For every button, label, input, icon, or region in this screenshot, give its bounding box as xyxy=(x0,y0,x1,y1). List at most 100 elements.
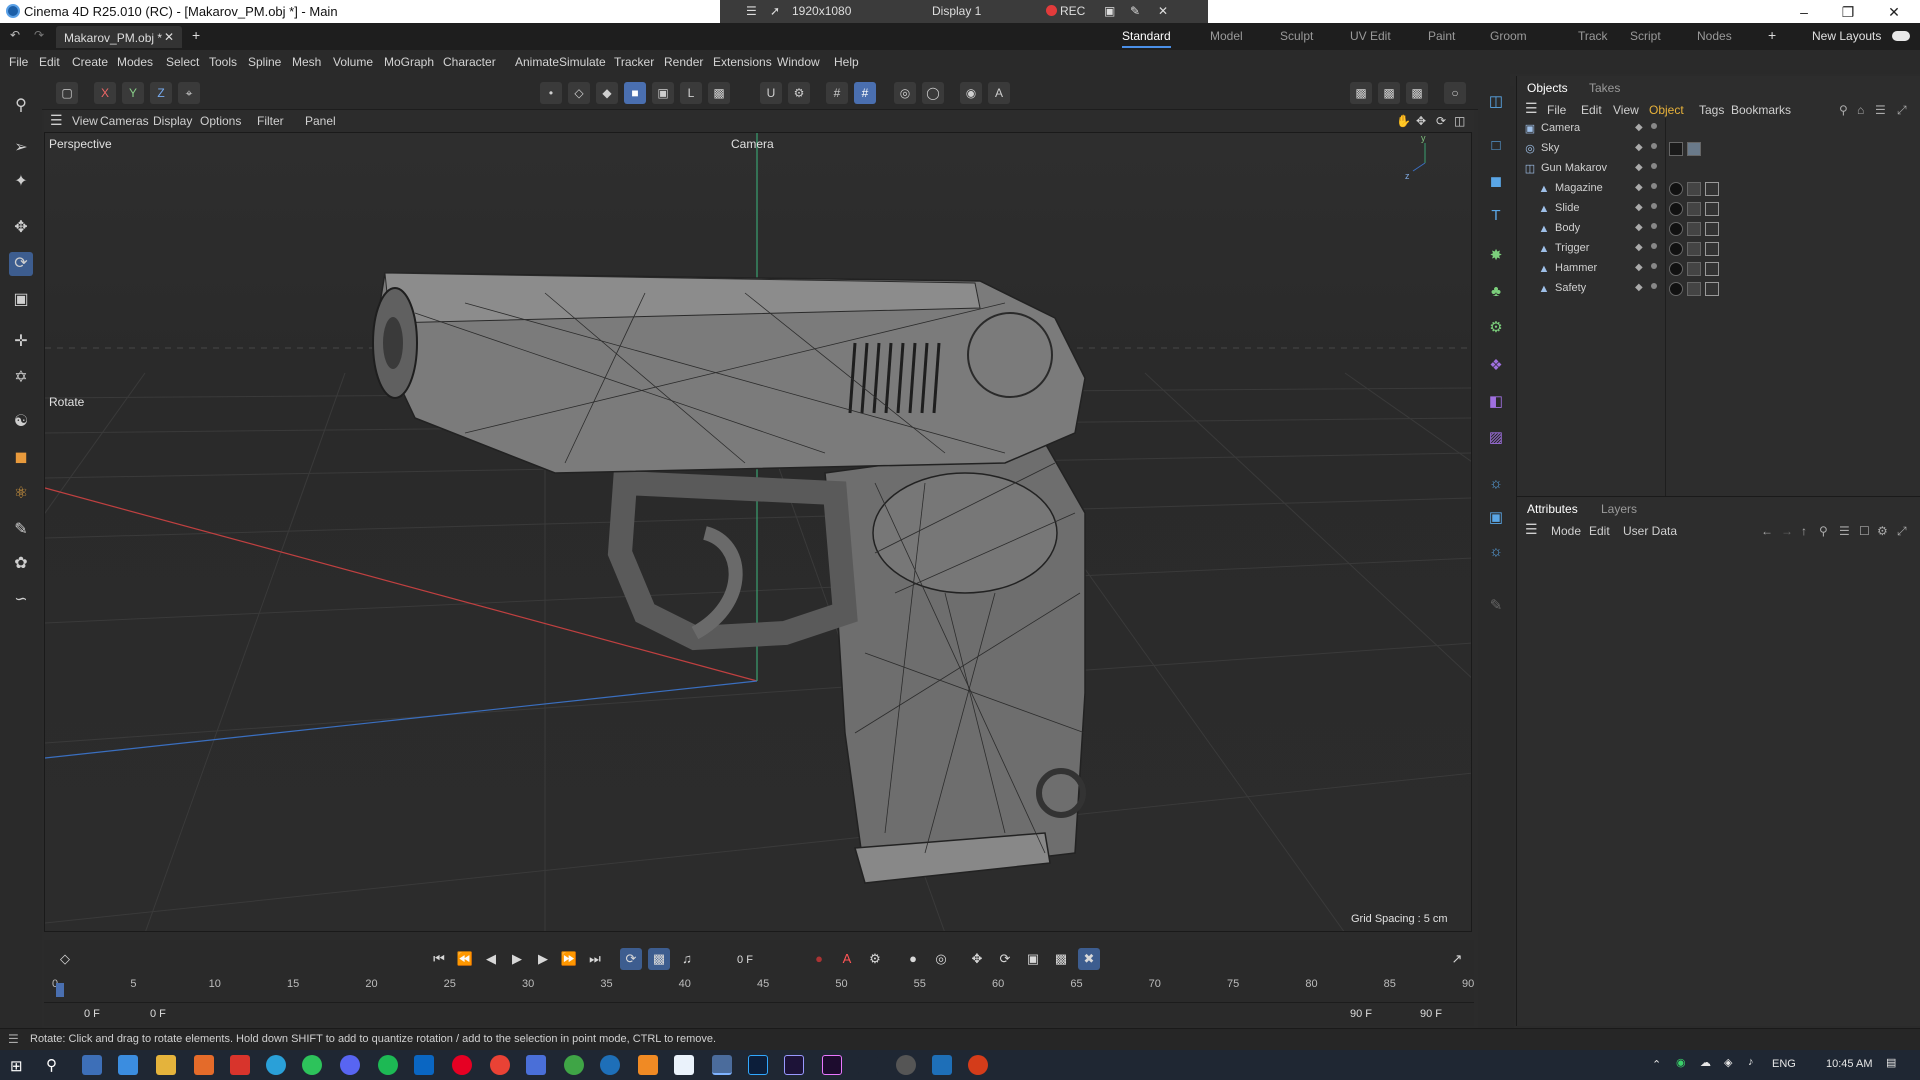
deformer-icon[interactable]: ⚙ xyxy=(1484,316,1508,340)
polygons-mode-icon[interactable]: ◆ xyxy=(596,82,618,104)
new-window-icon[interactable]: ⤢ xyxy=(1897,524,1907,539)
phong-tag-icon[interactable] xyxy=(1705,282,1719,296)
record-icon[interactable]: ● xyxy=(808,948,830,970)
solo-icon[interactable]: ▩ xyxy=(708,82,730,104)
camera-label[interactable]: Camera xyxy=(731,137,774,151)
close-icon[interactable]: ✕ xyxy=(1874,2,1914,22)
add-layout-icon[interactable]: + xyxy=(1768,27,1776,43)
objects-menu-view[interactable]: View xyxy=(1613,103,1639,117)
pen-app-icon[interactable] xyxy=(858,1055,878,1075)
objects-menu-bookmarks[interactable]: Bookmarks xyxy=(1731,103,1791,117)
dolly-icon[interactable]: ✥ xyxy=(1416,114,1426,128)
new-layouts-button[interactable]: New Layouts xyxy=(1812,29,1881,43)
browser-icon[interactable] xyxy=(600,1055,620,1075)
axis-lock-y[interactable]: Y xyxy=(122,82,144,104)
acrobat-icon[interactable] xyxy=(230,1055,250,1075)
uvw-tag-icon[interactable] xyxy=(1687,262,1701,276)
move-scale-icon[interactable]: ✡ xyxy=(9,366,33,390)
pinterest-icon[interactable] xyxy=(452,1055,472,1075)
render-dot-icon[interactable] xyxy=(1651,283,1657,289)
object-mode-icon[interactable]: ■ xyxy=(624,82,646,104)
objects-menu-file[interactable]: File xyxy=(1547,103,1566,117)
redo-icon[interactable]: ↷ xyxy=(34,28,44,42)
task-view-icon[interactable] xyxy=(82,1055,102,1075)
spline-pen-icon[interactable]: ∽ xyxy=(9,588,33,612)
live-selection-icon[interactable]: ✦ xyxy=(9,170,33,194)
layout-tab-sculpt[interactable]: Sculpt xyxy=(1280,29,1313,43)
layout-tab-uv-edit[interactable]: UV Edit xyxy=(1350,29,1391,43)
visibility-toggle-icon[interactable]: ◆ xyxy=(1635,262,1647,274)
menu-select[interactable]: Select xyxy=(166,55,199,69)
tab-takes[interactable]: Takes xyxy=(1589,81,1620,95)
axis-lock-z[interactable]: Z xyxy=(150,82,172,104)
viewport-menu-display[interactable]: Display xyxy=(153,114,192,128)
menu-edit[interactable]: Edit xyxy=(1589,524,1610,538)
brush-icon[interactable]: ✎ xyxy=(9,518,33,542)
viewport-menu-options[interactable]: Options xyxy=(200,114,241,128)
photoshop-icon[interactable] xyxy=(748,1055,768,1075)
blender-icon[interactable] xyxy=(638,1055,658,1075)
menu-icon[interactable]: ☰ xyxy=(746,4,757,18)
menu-animate[interactable]: Animate xyxy=(515,55,559,69)
field-icon[interactable]: ❖ xyxy=(1484,354,1508,378)
menu-mode[interactable]: Mode xyxy=(1551,524,1581,538)
material-tag-icon[interactable] xyxy=(1669,262,1683,276)
object-row-child[interactable]: ▲ Body ◆ xyxy=(1537,220,1917,238)
object-row[interactable]: ◎ Sky ◆ xyxy=(1523,140,1903,158)
vpn-icon[interactable] xyxy=(526,1055,546,1075)
axis-icon[interactable]: ◯ xyxy=(922,82,944,104)
visibility-toggle-icon[interactable]: ◆ xyxy=(1635,222,1647,234)
evernote-icon[interactable] xyxy=(564,1055,584,1075)
key-pla-icon[interactable]: ✖ xyxy=(1078,948,1100,970)
phong-tag-icon[interactable] xyxy=(1705,262,1719,276)
recorder-display[interactable]: Display 1 xyxy=(932,4,981,18)
monitor-app-icon[interactable] xyxy=(932,1055,952,1075)
loop-icon[interactable]: ⟳ xyxy=(620,948,642,970)
telegram-icon[interactable] xyxy=(266,1055,286,1075)
viewport-menu-filter[interactable]: Filter xyxy=(257,114,284,128)
layout-toggle[interactable] xyxy=(1892,31,1910,41)
material-tag-icon[interactable] xyxy=(1669,282,1683,296)
edges-mode-icon[interactable]: ◇ xyxy=(568,82,590,104)
layout-tab-paint[interactable]: Paint xyxy=(1428,29,1455,43)
wifi-icon[interactable]: ◈ xyxy=(1724,1056,1732,1069)
visibility-toggle-icon[interactable]: ◆ xyxy=(1635,142,1647,154)
layout-tab-model[interactable]: Model xyxy=(1210,29,1243,43)
camera-icon[interactable]: ▣ xyxy=(1104,4,1115,18)
new-tab-icon[interactable]: + xyxy=(192,27,200,43)
marvelous-icon[interactable] xyxy=(674,1055,694,1075)
pan-icon[interactable]: ✋ xyxy=(1396,114,1411,128)
menu-volume[interactable]: Volume xyxy=(333,55,373,69)
text-icon[interactable]: T xyxy=(1484,204,1508,228)
render-settings-icon[interactable]: ▩ xyxy=(1406,82,1428,104)
timeline-expand-icon[interactable]: ↗ xyxy=(1446,948,1468,970)
playhead[interactable] xyxy=(56,983,64,997)
snap-icon[interactable]: # xyxy=(854,82,876,104)
start-frame-field[interactable]: 0 F xyxy=(84,1008,100,1020)
menu-extensions[interactable]: Extensions xyxy=(713,55,772,69)
uv-mode-icon[interactable]: L xyxy=(680,82,702,104)
tab-layers[interactable]: Layers xyxy=(1601,502,1637,516)
menu-spline[interactable]: Spline xyxy=(248,55,281,69)
document-tab[interactable]: Makarov_PM.obj * ✕ xyxy=(56,26,182,48)
material-tag-icon[interactable] xyxy=(1669,242,1683,256)
axis-lock-x[interactable]: X xyxy=(94,82,116,104)
render-dot-icon[interactable] xyxy=(1651,123,1657,129)
forward-arrow-icon[interactable]: → xyxy=(1781,524,1793,538)
next-key-icon[interactable]: ⏩ xyxy=(558,948,580,970)
objects-menu-tags[interactable]: Tags xyxy=(1699,103,1724,117)
menu-tracker[interactable]: Tracker xyxy=(614,55,654,69)
brush-tool-icon[interactable]: ✎ xyxy=(1484,594,1508,618)
camera-object-icon[interactable]: ▣ xyxy=(1484,506,1508,530)
current-frame-field[interactable]: 0 F xyxy=(704,950,786,970)
object-row-child[interactable]: ▲ Trigger ◆ xyxy=(1537,240,1917,258)
knife-icon[interactable]: ☯ xyxy=(9,410,33,434)
move-icon[interactable]: ✥ xyxy=(9,216,33,240)
uvw-tag-icon[interactable] xyxy=(1687,282,1701,296)
sky-material-tag-icon[interactable] xyxy=(1687,142,1701,156)
menu-create[interactable]: Create xyxy=(72,55,108,69)
settings-icon[interactable]: ⚙ xyxy=(1877,524,1888,538)
cloner-icon[interactable]: ♣ xyxy=(1484,280,1508,304)
render-dot-icon[interactable] xyxy=(1651,263,1657,269)
mograph-icon[interactable]: ▨ xyxy=(1484,426,1508,450)
